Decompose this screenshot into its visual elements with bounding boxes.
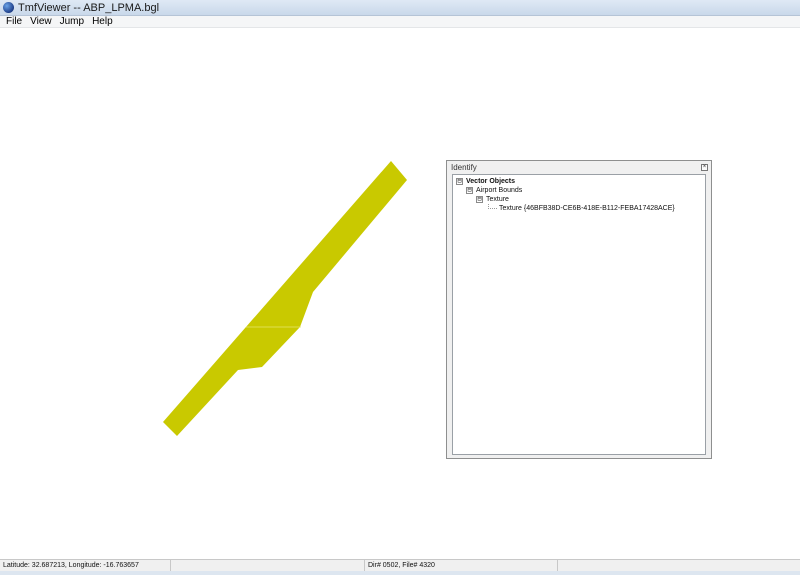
identify-tree[interactable]: ⊟ Vector Objects ⊟ Airport Bounds ⊟ Text… bbox=[452, 174, 706, 455]
menu-file[interactable]: File bbox=[2, 16, 26, 28]
collapse-icon[interactable]: ⊟ bbox=[456, 178, 463, 185]
panel-title: Identify bbox=[451, 162, 477, 172]
status-empty bbox=[171, 560, 365, 571]
tree-label: Airport Bounds bbox=[476, 187, 523, 194]
menu-view[interactable]: View bbox=[26, 16, 56, 28]
identify-panel: Identify × ⊟ Vector Objects ⊟ Airport Bo… bbox=[446, 160, 712, 459]
status-coordinates: Latitude: 32.687213, Longitude: -16.7636… bbox=[0, 560, 171, 571]
collapse-icon[interactable]: ⊟ bbox=[466, 187, 473, 194]
globe-icon bbox=[3, 2, 14, 13]
tree-connector bbox=[488, 204, 497, 209]
panel-header: Identify × bbox=[447, 161, 711, 173]
collapse-icon[interactable]: ⊟ bbox=[476, 196, 483, 203]
window-bottom-edge bbox=[0, 571, 800, 575]
status-bar: Latitude: 32.687213, Longitude: -16.7636… bbox=[0, 559, 800, 571]
status-spare bbox=[558, 560, 800, 571]
tree-label: Vector Objects bbox=[466, 178, 516, 185]
menu-jump[interactable]: Jump bbox=[56, 16, 88, 28]
tree-node-airport-bounds[interactable]: ⊟ Airport Bounds bbox=[456, 186, 702, 195]
menu-bar: File View Jump Help bbox=[0, 16, 800, 28]
status-dir-file: Dir# 0502, File# 4320 bbox=[365, 560, 558, 571]
tree-node-vector-objects[interactable]: ⊟ Vector Objects bbox=[456, 177, 702, 186]
menu-help[interactable]: Help bbox=[88, 16, 117, 28]
close-icon[interactable]: × bbox=[701, 163, 708, 171]
tree-node-texture[interactable]: ⊟ Texture bbox=[456, 195, 702, 204]
tree-label: Texture {46BFB38D-CE6B-418E-B112-FEBA174… bbox=[499, 205, 675, 212]
window-title: TmfViewer -- ABP_LPMA.bgl bbox=[18, 1, 160, 14]
airport-bounds-polygon[interactable] bbox=[163, 161, 407, 436]
tree-node-texture-guid[interactable]: Texture {46BFB38D-CE6B-418E-B112-FEBA174… bbox=[456, 204, 702, 213]
title-bar: TmfViewer -- ABP_LPMA.bgl bbox=[0, 0, 800, 16]
tree-label: Texture bbox=[486, 196, 509, 203]
